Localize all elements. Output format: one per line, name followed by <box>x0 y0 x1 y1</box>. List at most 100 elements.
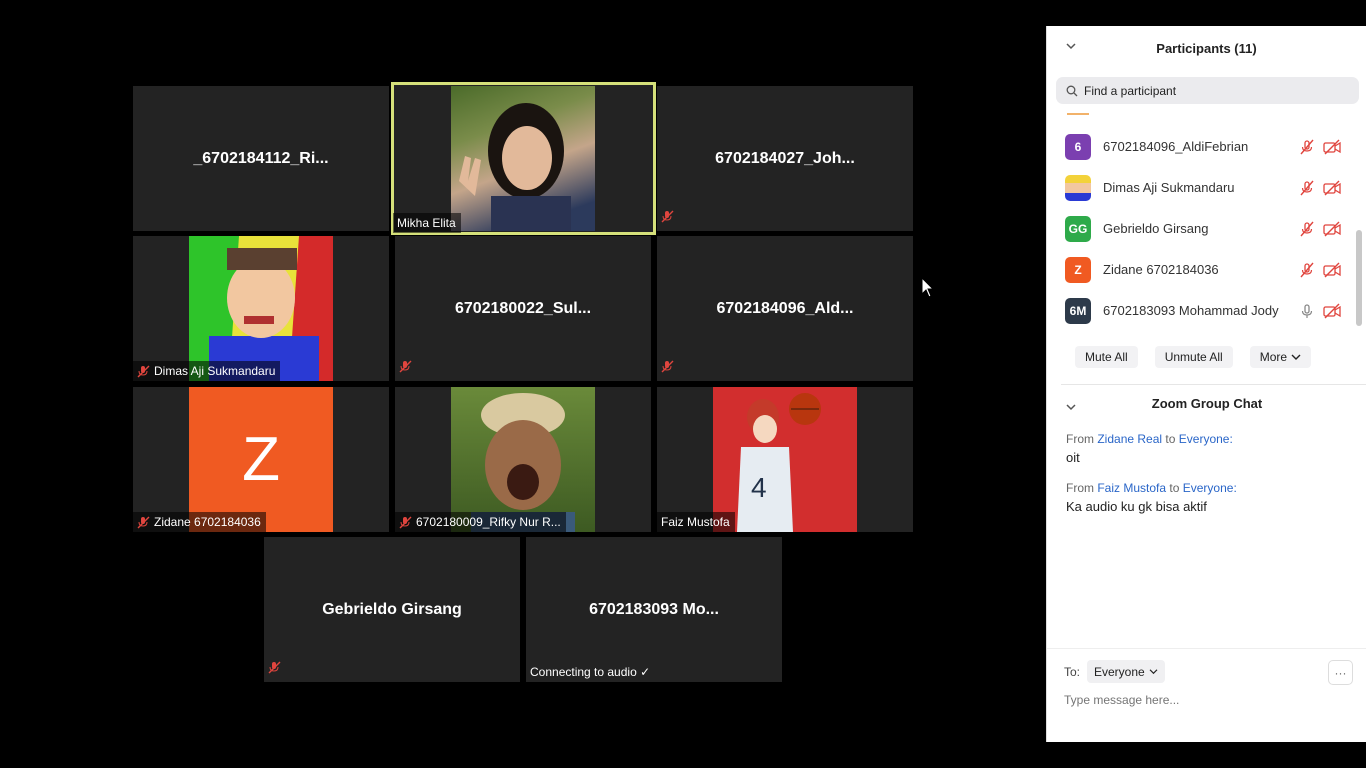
participant-name: 6702183093 Mohammad Jody ... <box>1103 303 1281 318</box>
participant-avatar-image <box>451 387 595 532</box>
video-tile-active-speaker[interactable]: Mikha Elita <box>391 82 656 235</box>
sender-link[interactable]: Faiz Mustofa <box>1097 481 1166 495</box>
from-label: From <box>1066 432 1094 446</box>
recipient-link[interactable]: Everyone: <box>1179 432 1233 446</box>
avatar: 6M <box>1065 297 1091 324</box>
mic-icon[interactable] <box>1299 303 1315 319</box>
participant-name: _6702184112_Ri... <box>193 149 329 167</box>
participant-search-input[interactable]: Find a participant <box>1056 77 1359 104</box>
chat-message-input[interactable] <box>1064 693 1344 707</box>
section-divider <box>1061 384 1366 385</box>
recipient-dropdown[interactable]: Everyone <box>1087 660 1165 683</box>
chat-message-meta: From Faiz Mustofa to Everyone: <box>1066 481 1237 495</box>
to-word: to <box>1169 481 1180 495</box>
video-tile[interactable]: 6702184096_Ald... <box>657 236 913 381</box>
participant-label: Zidane 6702184036 <box>133 512 266 532</box>
unmute-all-button[interactable]: Unmute All <box>1154 346 1233 368</box>
video-tile[interactable]: Z Zidane 6702184036 <box>133 387 389 532</box>
participant-row[interactable]: 6 6702184096_AldiFebrian <box>1047 126 1357 167</box>
chat-message-text: oit <box>1066 450 1080 465</box>
more-button[interactable]: More <box>1249 346 1312 368</box>
avatar-letter: Z <box>242 425 280 494</box>
chevron-down-icon <box>1149 669 1158 675</box>
search-placeholder: Find a participant <box>1084 83 1177 98</box>
video-tile[interactable]: 6702183093 Mo... Connecting to audio ✓ <box>526 537 782 682</box>
participant-name: Gebrieldo Girsang <box>1103 221 1209 236</box>
participant-row[interactable]: Dimas Aji Sukmandaru <box>1047 167 1357 208</box>
mic-muted-icon <box>661 210 674 228</box>
mic-muted-icon <box>399 360 412 378</box>
mic-muted-icon <box>268 661 281 679</box>
participant-list-scrollbar[interactable] <box>1356 114 1363 329</box>
audio-status-label: Connecting to audio ✓ <box>526 662 655 682</box>
participant-name: 6702184096_Ald... <box>716 299 854 317</box>
mic-muted-icon[interactable] <box>1299 139 1315 155</box>
sender-link[interactable]: Zidane Real <box>1097 432 1162 446</box>
participant-avatar-image <box>189 236 333 381</box>
participant-video <box>451 86 595 231</box>
participant-name: 6702183093 Mo... <box>589 600 719 618</box>
participant-label: Mikha Elita <box>393 213 461 233</box>
chat-message-text: Ka audio ku gk bisa aktif <box>1066 499 1207 514</box>
participant-name: 6702184096_AldiFebrian <box>1103 139 1249 154</box>
participants-header: Participants (11) <box>1047 26 1366 70</box>
to-label: To: <box>1064 665 1081 679</box>
mic-muted-icon <box>137 365 150 377</box>
participant-avatar: Z <box>189 387 333 532</box>
mic-muted-icon[interactable] <box>1299 180 1315 196</box>
avatar: 6 <box>1065 133 1091 160</box>
chat-title: Zoom Group Chat <box>1151 396 1263 411</box>
to-word: to <box>1165 432 1176 446</box>
mic-muted-icon <box>661 360 674 378</box>
video-tile[interactable]: 4 Faiz Mustofa <box>657 387 913 532</box>
svg-text:4: 4 <box>751 472 767 503</box>
avatar-image <box>1065 174 1091 201</box>
mute-all-button[interactable]: Mute All <box>1075 346 1138 368</box>
side-panel: Participants (11) Find a participant 6 6… <box>1046 26 1366 742</box>
mic-muted-icon <box>399 516 412 528</box>
chevron-down-icon <box>1291 354 1301 360</box>
video-off-icon[interactable] <box>1323 180 1341 196</box>
avatar: GG <box>1065 215 1091 242</box>
chat-message-meta: From Zidane Real to Everyone: <box>1066 432 1233 446</box>
avatar: Z <box>1065 256 1091 283</box>
participant-label: 6702180009_Rifky Nur R... <box>395 512 566 532</box>
participant-row[interactable]: 6M 6702183093 Mohammad Jody ... <box>1047 290 1357 331</box>
video-tile[interactable]: Dimas Aji Sukmandaru <box>133 236 389 381</box>
participant-name: Mikha Elita <box>397 216 456 230</box>
mic-muted-icon <box>137 516 150 528</box>
mic-muted-icon[interactable] <box>1299 221 1315 237</box>
video-off-icon[interactable] <box>1323 221 1341 237</box>
scrolled-avatar-edge <box>1067 113 1089 115</box>
video-tile[interactable]: _6702184112_Ri... <box>133 86 389 231</box>
chat-input-divider <box>1047 648 1366 649</box>
video-tile[interactable]: Gebrieldo Girsang <box>264 537 520 682</box>
participant-label: Dimas Aji Sukmandaru <box>133 361 281 381</box>
video-tile[interactable]: 6702180022_Sul... <box>395 236 651 381</box>
participant-avatar-image: 4 <box>713 387 857 532</box>
more-label: More <box>1259 350 1288 364</box>
video-off-icon[interactable] <box>1323 303 1341 319</box>
participant-row[interactable]: GG Gebrieldo Girsang <box>1047 208 1357 249</box>
scrollbar-thumb[interactable] <box>1356 230 1362 326</box>
participant-row[interactable]: Z Zidane 6702184036 <box>1047 249 1357 290</box>
participants-title: Participants (11) <box>1156 40 1257 56</box>
video-off-icon[interactable] <box>1323 139 1341 155</box>
participant-actions: Mute All Unmute All More <box>1075 346 1312 368</box>
video-tile[interactable]: 6702184027_Joh... <box>657 86 913 231</box>
participant-label: Faiz Mustofa <box>657 512 735 532</box>
participant-name: Zidane 6702184036 <box>1103 262 1219 277</box>
participant-name: Dimas Aji Sukmandaru <box>154 364 276 378</box>
mouse-cursor-icon <box>921 277 935 298</box>
video-off-icon[interactable] <box>1323 262 1341 278</box>
participant-name: Faiz Mustofa <box>661 515 730 529</box>
video-tile[interactable]: 6702180009_Rifky Nur R... <box>395 387 651 532</box>
participant-name: Dimas Aji Sukmandaru <box>1103 180 1235 195</box>
chat-more-button[interactable]: ··· <box>1328 660 1353 685</box>
recipient-value: Everyone <box>1094 664 1145 679</box>
mic-muted-icon[interactable] <box>1299 262 1315 278</box>
participant-name: Zidane 6702184036 <box>154 515 261 529</box>
participant-name: Gebrieldo Girsang <box>322 600 462 618</box>
chevron-down-icon[interactable] <box>1065 40 1077 52</box>
recipient-link[interactable]: Everyone: <box>1183 481 1237 495</box>
